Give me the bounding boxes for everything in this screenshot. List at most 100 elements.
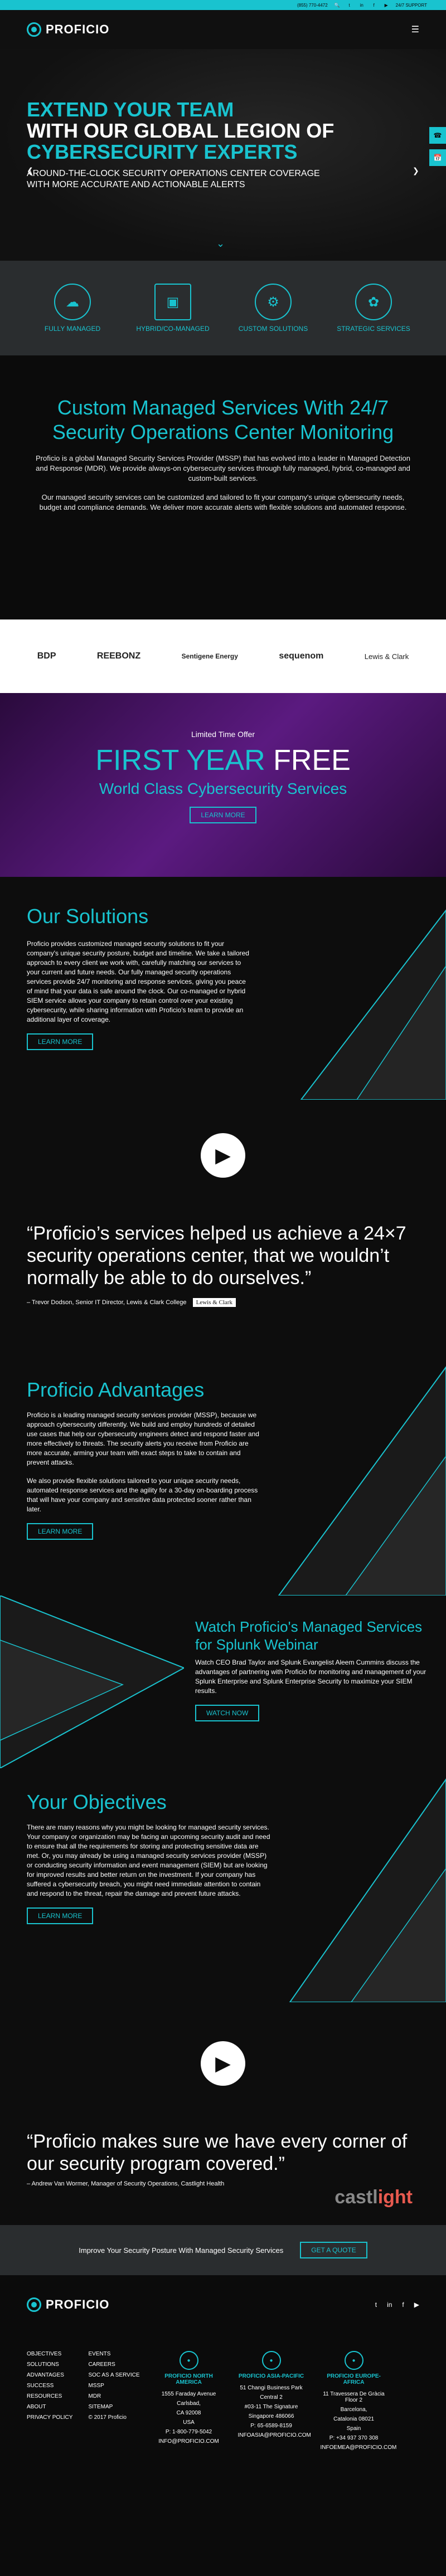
footer-logo[interactable]: PROFICIO — [27, 2297, 109, 2312]
gear-icon: ⚙ — [255, 284, 292, 320]
client-logo: sequenom — [279, 651, 324, 661]
cta-bar: Improve Your Security Posture With Manag… — [0, 2225, 446, 2275]
office-address-line: USA — [183, 2419, 195, 2426]
logo[interactable]: PROFICIO — [27, 22, 109, 37]
support-link[interactable]: 24/7 SUPPORT — [396, 3, 427, 8]
objectives-section: Your Objectives There are many reasons w… — [0, 1768, 446, 2002]
office-address-line: Spain — [346, 2426, 361, 2432]
section-paragraph: Proficio is a leading managed security s… — [27, 1411, 259, 1466]
service-fully-managed[interactable]: ☁ Fully Managed — [31, 284, 114, 333]
search-icon[interactable]: 🔍 — [334, 2, 340, 8]
map-pin-icon: ● — [344, 2351, 363, 2370]
cta-text: Improve Your Security Posture With Manag… — [79, 2246, 284, 2255]
top-bar: (855) 770-4472 🔍 t in f ▶ 24/7 SUPPORT — [0, 0, 446, 10]
service-custom[interactable]: ⚙ Custom Solutions — [231, 284, 315, 333]
webinar-text: Watch Proficio's Managed Services for Sp… — [195, 1618, 429, 1721]
facebook-icon[interactable]: f — [402, 2301, 404, 2309]
menu-hamburger-icon[interactable]: ☰ — [411, 24, 419, 35]
client-logo: BDP — [37, 651, 56, 661]
solutions-learn-more-button[interactable]: LEARN MORE — [27, 1033, 94, 1050]
advantages-learn-more-button[interactable]: LEARN MORE — [27, 1523, 94, 1540]
office-email[interactable]: INFOASIA@PROFICIO.COM — [238, 2432, 311, 2438]
footer-link[interactable]: ABOUT — [27, 2404, 72, 2410]
webinar-title: Watch Proficio's Managed Services for Sp… — [195, 1618, 423, 1653]
footer-link[interactable]: OBJECTIVES — [27, 2351, 72, 2357]
section-paragraph: Proficio is a global Managed Security Se… — [35, 454, 410, 482]
site-footer: PROFICIO t in f ▶ OBJECTIVES SOLUTIONS A… — [0, 2275, 446, 2492]
client-logos: BDP REEBONZ Sentigene Energy sequenom Le… — [0, 619, 446, 693]
linkedin-icon[interactable]: in — [359, 2, 365, 8]
footer-link[interactable]: EVENTS — [88, 2351, 139, 2357]
logo-mark-icon — [27, 22, 41, 37]
footer-link[interactable]: MSSP — [88, 2383, 139, 2389]
office-phone[interactable]: P: 1-800-779-5042 — [156, 2429, 222, 2435]
office-email[interactable]: INFO@PROFICIO.COM — [156, 2438, 222, 2445]
video-block: ▶ — [0, 1100, 446, 1211]
webinar-paragraph: Watch CEO Brad Taylor and Splunk Evangel… — [195, 1658, 426, 1695]
service-hybrid[interactable]: ▣ Hybrid/Co-Managed — [131, 284, 215, 333]
decorative-triangles — [289, 1778, 446, 2002]
phone-number[interactable]: (855) 770-4472 — [297, 3, 328, 8]
footer-link[interactable]: ADVANTAGES — [27, 2372, 72, 2378]
hero-subtitle-line1: Around-The-Clock Security Operations Cen… — [27, 169, 320, 178]
office-address-line: 51 Changi Business Park — [240, 2385, 303, 2391]
get-quote-button[interactable]: GET A QUOTE — [300, 2242, 367, 2258]
office-address-line: CA 92008 — [176, 2410, 201, 2416]
footer-columns: OBJECTIVES SOLUTIONS ADVANTAGES SUCCESS … — [27, 2351, 419, 2454]
office-address-line: Catalonia 08021 — [333, 2416, 374, 2422]
phone-side-icon[interactable]: ☎ — [429, 127, 446, 144]
hero-title-line2: With Our Global Legion Of — [27, 119, 334, 142]
office-name: PROFICIO NORTH AMERICA — [164, 2373, 213, 2385]
site-header: PROFICIO ☰ — [0, 10, 446, 49]
footer-nav-col1: OBJECTIVES SOLUTIONS ADVANTAGES SUCCESS … — [27, 2351, 72, 2454]
slider-next-icon[interactable]: ❯ — [413, 166, 419, 175]
decorative-triangles — [300, 909, 446, 1100]
twitter-icon[interactable]: t — [347, 2, 352, 8]
client-logo: castlight — [334, 2187, 413, 2208]
footer-link[interactable]: PRIVACY POLICY — [27, 2414, 72, 2421]
footer-link[interactable]: SOLUTIONS — [27, 2362, 72, 2368]
footer-link[interactable]: SUCCESS — [27, 2383, 72, 2389]
watch-now-button[interactable]: WATCH NOW — [195, 1705, 260, 1721]
office-phone[interactable]: P: 65-6589-8159 — [238, 2423, 305, 2429]
testimonial-author: – Trevor Dodson, Senior IT Director, Lew… — [27, 1299, 187, 1306]
brand-name: PROFICIO — [46, 2297, 110, 2311]
play-icon[interactable]: ▶ — [201, 1133, 245, 1178]
hero-subtitle: Around-The-Clock Security Operations Cen… — [27, 168, 419, 191]
office-email[interactable]: INFOEMEA@PROFICIO.COM — [321, 2445, 397, 2451]
offer-learn-more-button[interactable]: LEARN MORE — [190, 807, 256, 823]
hero-subtitle-line2: With More Accurate And Actionable Alerts — [27, 180, 245, 189]
solutions-section: Our Solutions Proficio provides customiz… — [0, 877, 446, 1100]
footer-header: PROFICIO t in f ▶ — [27, 2297, 419, 2312]
client-logo-part: castl — [334, 2187, 378, 2208]
section-paragraph: Proficio provides customized managed sec… — [27, 940, 249, 1023]
linkedin-icon[interactable]: in — [387, 2301, 392, 2309]
twitter-icon[interactable]: t — [375, 2301, 377, 2309]
map-pin-icon: ● — [179, 2351, 198, 2370]
footer-link[interactable]: SOC AS A SERVICE — [88, 2372, 139, 2378]
footer-link[interactable]: SITEMAP — [88, 2404, 139, 2410]
scroll-down-icon[interactable]: ⌄ — [216, 238, 225, 250]
youtube-icon[interactable]: ▶ — [414, 2301, 419, 2309]
slider-prev-icon[interactable]: ❮ — [27, 166, 33, 175]
facebook-icon[interactable]: f — [371, 2, 377, 8]
client-logo: Sentigene Energy — [181, 652, 238, 660]
section-title: Custom Managed Services With 24/7 Securi… — [52, 396, 394, 443]
offer-headline-free: FREE — [273, 744, 351, 777]
offer-banner: Limited Time Offer FIRST YEAR FREE World… — [0, 693, 446, 877]
footer-link[interactable]: CAREERS — [88, 2362, 139, 2368]
office-phone[interactable]: P: +34 937 370 308 — [321, 2435, 387, 2441]
office-address-line: #03-11 The Signature — [244, 2404, 298, 2410]
calendar-side-icon[interactable]: 📅 — [429, 149, 446, 166]
logo-mark-icon — [27, 2297, 41, 2312]
footer-link[interactable]: RESOURCES — [27, 2393, 72, 2399]
youtube-icon[interactable]: ▶ — [384, 2, 389, 8]
service-label: Hybrid/Co-Managed — [136, 325, 210, 333]
objectives-learn-more-button[interactable]: LEARN MORE — [27, 1907, 94, 1924]
play-icon[interactable]: ▶ — [201, 2041, 245, 2086]
service-label: Custom Solutions — [238, 325, 308, 333]
service-strategic[interactable]: ✿ Strategic Services — [332, 284, 415, 333]
cloud-shield-icon: ☁ — [54, 284, 91, 320]
office-north-america: ● PROFICIO NORTH AMERICA 1555 Faraday Av… — [156, 2351, 222, 2454]
footer-link[interactable]: MDR — [88, 2393, 139, 2399]
